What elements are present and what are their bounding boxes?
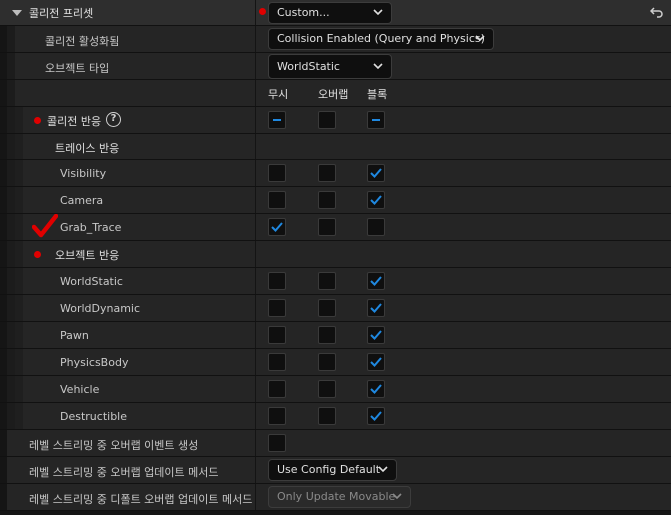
modified-marker-icon: [34, 251, 41, 258]
red-checkmark-icon: [31, 213, 59, 243]
ignore-checkbox[interactable]: [268, 218, 286, 236]
trace-channel-row: Camera: [0, 187, 671, 214]
object-type-dropdown[interactable]: WorldStatic: [268, 54, 392, 79]
trace-response-label: 트레이스 반응: [55, 142, 120, 155]
chevron-down-icon: [373, 9, 383, 16]
collision-preset-value: Custom...: [277, 6, 330, 19]
object-channel-label: Pawn: [60, 329, 89, 342]
ignore-checkbox[interactable]: [268, 353, 286, 371]
ignore-checkbox[interactable]: [268, 380, 286, 398]
overlap-checkbox[interactable]: [318, 326, 336, 344]
object-channel-row: Destructible: [0, 403, 671, 430]
update-overlaps-method-row: 레벨 스트리밍 중 오버랩 업데이트 메서드 Use Config Defaul…: [0, 457, 671, 484]
collision-enabled-dropdown[interactable]: Collision Enabled (Query and Physics): [268, 28, 494, 50]
object-channel-row: Pawn: [0, 322, 671, 349]
overlap-checkbox[interactable]: [318, 353, 336, 371]
block-checkbox[interactable]: [367, 218, 385, 236]
trace-channel-row: Visibility: [0, 160, 671, 187]
block-checkbox[interactable]: [367, 164, 385, 182]
collision-enabled-row: 콜리전 활성화됨 Collision Enabled (Query and Ph…: [0, 26, 671, 53]
object-channel-label: Vehicle: [60, 383, 100, 396]
trace-channel-label: Camera: [60, 194, 104, 207]
default-update-overlaps-method-label: 레벨 스트리밍 중 디폴트 오버랩 업데이트 메서드: [29, 493, 253, 506]
collision-response-overlap-checkbox[interactable]: [318, 111, 336, 129]
reset-to-default-icon[interactable]: [649, 5, 664, 22]
update-overlaps-method-label: 레벨 스트리밍 중 오버랩 업데이트 메서드: [29, 466, 219, 479]
object-type-label: 오브젝트 타입: [45, 62, 110, 75]
block-checkbox[interactable]: [367, 326, 385, 344]
object-channel-label: WorldStatic: [60, 275, 123, 288]
ignore-checkbox[interactable]: [268, 407, 286, 425]
help-icon[interactable]: ?: [106, 112, 121, 127]
column-block-label: 블록: [367, 88, 388, 101]
default-update-overlaps-method-value: Only Update Movable: [277, 490, 396, 503]
overlap-checkbox[interactable]: [318, 272, 336, 290]
object-response-row: 오브젝트 반응: [0, 241, 671, 268]
object-type-value: WorldStatic: [277, 60, 340, 73]
overlap-checkbox[interactable]: [318, 164, 336, 182]
collision-response-label: 콜리전 반응: [47, 115, 102, 128]
collision-presets-row: 콜리전 프리셋 Custom...: [0, 0, 671, 26]
object-channel-label: PhysicsBody: [60, 356, 129, 369]
default-update-overlaps-method-dropdown: Only Update Movable: [268, 486, 411, 508]
object-channel-label: WorldDynamic: [60, 302, 141, 315]
generate-overlap-events-row: 레벨 스트리밍 중 오버랩 이벤트 생성: [0, 430, 671, 457]
ignore-checkbox[interactable]: [268, 272, 286, 290]
collision-preset-dropdown[interactable]: Custom...: [268, 2, 392, 24]
collision-response-row: 콜리전 반응 ?: [0, 107, 671, 134]
generate-overlap-events-label: 레벨 스트리밍 중 오버랩 이벤트 생성: [29, 439, 199, 452]
column-ignore-label: 무시: [268, 88, 289, 101]
object-channel-row: WorldDynamic: [0, 295, 671, 322]
ignore-checkbox[interactable]: [268, 326, 286, 344]
collision-response-ignore-checkbox[interactable]: [268, 111, 286, 129]
update-overlaps-method-value: Use Config Default: [277, 463, 381, 476]
block-checkbox[interactable]: [367, 299, 385, 317]
trace-channel-label: Visibility: [60, 167, 107, 180]
ignore-checkbox[interactable]: [268, 164, 286, 182]
object-channel-row: PhysicsBody: [0, 349, 671, 376]
collision-presets-label: 콜리전 프리셋: [29, 7, 94, 20]
default-update-overlaps-method-row: 레벨 스트리밍 중 디폴트 오버랩 업데이트 메서드 Only Update M…: [0, 484, 671, 511]
chevron-down-icon: [378, 466, 388, 473]
chevron-down-icon: [373, 63, 383, 70]
update-overlaps-method-dropdown[interactable]: Use Config Default: [268, 459, 397, 481]
overlap-checkbox[interactable]: [318, 299, 336, 317]
overlap-checkbox[interactable]: [318, 191, 336, 209]
object-channel-label: Destructible: [60, 410, 127, 423]
object-type-row: 오브젝트 타입 WorldStatic: [0, 53, 671, 80]
block-checkbox[interactable]: [367, 407, 385, 425]
block-checkbox[interactable]: [367, 380, 385, 398]
chevron-down-icon: [392, 493, 402, 500]
block-checkbox[interactable]: [367, 191, 385, 209]
modified-marker-icon: [34, 117, 41, 124]
modified-marker-icon: [259, 8, 266, 15]
chevron-down-icon: [475, 35, 485, 42]
column-overlap-label: 오버랩: [318, 88, 349, 101]
collapse-arrow-icon[interactable]: [12, 7, 22, 20]
trace-channel-label: Grab_Trace: [60, 221, 122, 234]
response-column-header-row: 무시 오버랩 블록: [0, 80, 671, 107]
object-channel-row: WorldStatic: [0, 268, 671, 295]
ignore-checkbox[interactable]: [268, 191, 286, 209]
collision-enabled-value: Collision Enabled (Query and Physics): [277, 32, 485, 45]
object-response-label: 오브젝트 반응: [55, 249, 120, 262]
collision-enabled-label: 콜리전 활성화됨: [45, 35, 120, 48]
overlap-checkbox[interactable]: [318, 407, 336, 425]
block-checkbox[interactable]: [367, 353, 385, 371]
block-checkbox[interactable]: [367, 272, 385, 290]
overlap-checkbox[interactable]: [318, 218, 336, 236]
ignore-checkbox[interactable]: [268, 299, 286, 317]
collision-response-block-checkbox[interactable]: [367, 111, 385, 129]
object-channel-row: Vehicle: [0, 376, 671, 403]
trace-channel-row: Grab_Trace: [0, 213, 671, 243]
overlap-checkbox[interactable]: [318, 380, 336, 398]
trace-response-row: 트레이스 반응: [0, 134, 671, 160]
generate-overlap-events-checkbox[interactable]: [268, 434, 286, 452]
